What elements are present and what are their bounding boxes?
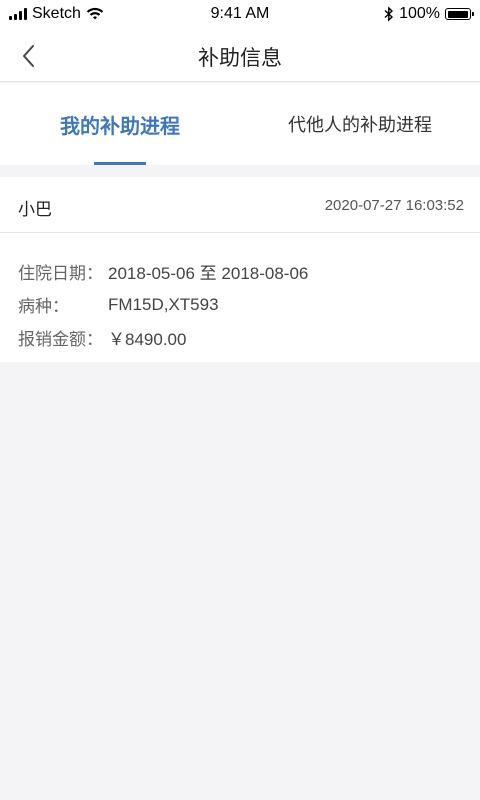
detail-value: ￥8490.00 xyxy=(108,330,187,349)
status-bar: Sketch 9:41 AM 100% xyxy=(0,0,480,30)
detail-row-hospital-dates: 住院日期： 2018-05-06 至 2018-08-06 xyxy=(18,255,308,288)
battery-percent: 100% xyxy=(399,5,440,22)
tab-label: 代他人的补助进程 xyxy=(288,115,432,135)
subsidy-record-card[interactable]: 小巴 2020-07-27 16:03:52 住院日期： 2018-05-06 … xyxy=(0,177,480,362)
card-header: 小巴 2020-07-27 16:03:52 xyxy=(0,177,480,233)
tab-bar: 我的补助进程 代他人的补助进程 xyxy=(0,83,480,165)
status-right: 100% xyxy=(384,5,474,23)
battery-fill xyxy=(447,10,468,18)
card-body: 住院日期： 2018-05-06 至 2018-08-06 病种： FM15D,… xyxy=(18,255,308,354)
nav-bar: 补助信息 xyxy=(0,30,480,82)
tab-my-subsidy-progress[interactable]: 我的补助进程 xyxy=(0,83,240,165)
chevron-left-icon xyxy=(23,45,34,67)
page-title: 补助信息 xyxy=(198,47,282,70)
battery-icon xyxy=(445,8,474,20)
active-tab-indicator xyxy=(94,162,146,165)
back-button[interactable] xyxy=(10,38,46,74)
detail-row-reimbursement: 报销金额： ￥8490.00 xyxy=(18,321,308,354)
tab-label: 我的补助进程 xyxy=(60,115,180,138)
detail-row-disease: 病种： FM15D,XT593 xyxy=(18,288,308,321)
detail-value: FM15D,XT593 xyxy=(108,294,219,314)
detail-label: 报销金额： xyxy=(18,330,103,349)
applicant-name: 小巴 xyxy=(18,200,52,219)
bluetooth-icon xyxy=(384,6,394,22)
detail-label: 病种： xyxy=(18,297,69,316)
tab-others-subsidy-progress[interactable]: 代他人的补助进程 xyxy=(240,83,480,165)
detail-label: 住院日期： xyxy=(18,264,103,283)
detail-value: 2018-05-06 至 2018-08-06 xyxy=(108,264,309,283)
record-timestamp: 2020-07-27 16:03:52 xyxy=(324,197,464,214)
